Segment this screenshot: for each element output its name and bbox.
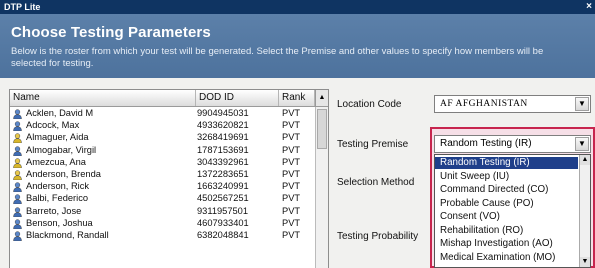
cell-name: Almaguer, Aida [26, 132, 89, 143]
roster-table[interactable]: Name DOD ID Rank ▲ Acklen, David M 990494… [9, 89, 329, 268]
cell-dod-id: 1372283651 [197, 168, 249, 179]
location-code-value: AF AFGHANISTAN [440, 99, 528, 109]
cell-dod-id: 4607933401 [197, 217, 249, 228]
cell-dod-id: 3268419691 [197, 132, 249, 143]
table-header: Name DOD ID Rank ▲ [10, 90, 328, 107]
cell-rank: PVT [282, 168, 301, 179]
cell-rank: PVT [282, 217, 301, 228]
premise-option[interactable]: Mishap Investigation (AO) [435, 238, 578, 250]
chevron-down-icon[interactable]: ▼ [575, 97, 589, 111]
cell-rank: PVT [282, 205, 301, 216]
cell-dod-id: 1663240991 [197, 181, 249, 192]
table-row[interactable]: Benson, Joshua 4607933401 PVT [10, 217, 316, 229]
page-description: Below is the roster from which your test… [11, 46, 544, 69]
person-yellow-icon [13, 158, 22, 168]
roster-scrollbar[interactable] [315, 107, 328, 268]
cell-name: Balbi, Federico [26, 193, 89, 204]
window-title: DTP Lite [4, 2, 41, 12]
person-blue-icon [13, 219, 22, 229]
cell-dod-id: 4933620821 [197, 120, 249, 131]
premise-option[interactable]: Random Testing (IR) [435, 157, 578, 169]
premise-dropdown-list[interactable]: Random Testing (IR) Unit Sweep (IU) Comman… [434, 154, 591, 268]
table-row[interactable]: Blackmond, Randall 6382048841 PVT [10, 229, 316, 242]
selection-method-label: Selection Method [337, 177, 415, 188]
cell-dod-id: 1787153691 [197, 144, 249, 155]
cell-rank: PVT [282, 229, 301, 240]
column-header-name[interactable]: Name [10, 90, 196, 106]
cell-name: Amezcua, Ana [26, 156, 86, 167]
person-blue-icon [13, 145, 22, 156]
table-row[interactable]: Adcock, Max 4933620821 PVT [10, 119, 316, 132]
table-row[interactable]: Acklen, David M 9904945031 PVT [10, 107, 316, 120]
table-row[interactable]: Barreto, Jose 9311957501 PVT [10, 205, 316, 217]
premise-option[interactable]: Unit Sweep (IU) [435, 171, 578, 183]
scroll-up-icon[interactable]: ▲ [580, 155, 590, 165]
premise-option[interactable]: Command Directed (CO) [435, 184, 578, 196]
cell-rank: PVT [282, 193, 301, 204]
page-header: Choose Testing Parameters Below is the r… [0, 14, 595, 78]
cell-rank: PVT [282, 120, 301, 131]
premise-option[interactable]: Medical Examination (MO) [435, 252, 578, 264]
location-code-label: Location Code [337, 99, 402, 110]
cell-rank: PVT [282, 144, 301, 155]
testing-premise-label: Testing Premise [337, 139, 409, 150]
person-blue-icon [13, 121, 22, 132]
table-row[interactable]: Balbi, Federico 4502567251 PVT [10, 192, 316, 205]
premise-option[interactable]: Consent (VO) [435, 211, 578, 223]
person-blue-icon [13, 231, 22, 242]
testing-premise-select[interactable]: Random Testing (IR) ▼ [434, 135, 591, 153]
cell-dod-id: 9904945031 [197, 108, 249, 118]
premise-option[interactable]: Probable Cause (PO) [435, 198, 578, 210]
person-yellow-icon [13, 133, 22, 144]
cell-name: Barreto, Jose [26, 205, 82, 216]
roster-rows: Acklen, David M 9904945031 PVT Adcock, Max 4… [10, 107, 316, 242]
cell-dod-id: 6382048841 [197, 229, 249, 240]
person-blue-icon [13, 206, 22, 217]
title-bar: DTP Lite × [0, 0, 595, 14]
table-row[interactable]: Anderson, Brenda 1372283651 PVT [10, 168, 316, 181]
premise-option[interactable]: Rehabilitation (RO) [435, 225, 578, 237]
cell-name: Adcock, Max [26, 120, 80, 131]
cell-rank: PVT [282, 132, 301, 143]
location-code-select[interactable]: AF AFGHANISTAN ▼ [434, 95, 591, 113]
close-icon[interactable]: × [586, 0, 592, 14]
cell-name: Acklen, David M [26, 108, 94, 118]
table-row[interactable]: Almaguer, Aida 3268419691 PVT [10, 131, 316, 144]
chevron-down-icon[interactable]: ▼ [575, 137, 589, 151]
table-row[interactable]: Amezcua, Ana 3043392961 PVT [10, 156, 316, 168]
person-blue-icon [13, 194, 22, 205]
person-blue-icon [13, 182, 22, 193]
cell-rank: PVT [282, 156, 301, 167]
cell-name: Blackmond, Randall [26, 229, 109, 240]
cell-name: Anderson, Brenda [26, 168, 101, 179]
table-row[interactable]: Almogabar, Virgil 1787153691 PVT [10, 144, 316, 156]
scrollbar-thumb[interactable] [317, 109, 327, 149]
cell-dod-id: 4502567251 [197, 193, 249, 204]
page-title: Choose Testing Parameters [11, 24, 211, 41]
person-yellow-icon [13, 170, 22, 181]
column-header-dod-id[interactable]: DOD ID [196, 90, 279, 106]
scroll-down-icon[interactable]: ▼ [580, 257, 590, 267]
column-header-rank[interactable]: Rank [279, 90, 315, 106]
testing-probability-label: Testing Probability [337, 231, 419, 242]
cell-dod-id: 3043392961 [197, 156, 249, 167]
testing-premise-value: Random Testing (IR) [440, 138, 532, 149]
table-row[interactable]: Anderson, Rick 1663240991 PVT [10, 180, 316, 193]
cell-name: Anderson, Rick [26, 181, 90, 192]
cell-rank: PVT [282, 181, 301, 192]
cell-rank: PVT [282, 108, 301, 118]
dropdown-scrollbar[interactable]: ▲ ▼ [579, 155, 590, 267]
cell-name: Benson, Joshua [26, 217, 93, 228]
person-blue-icon [13, 109, 22, 120]
app-window: DTP Lite × Choose Testing Parameters Bel… [0, 0, 595, 268]
cell-name: Almogabar, Virgil [26, 144, 97, 155]
scroll-up-button[interactable]: ▲ [315, 90, 328, 106]
cell-dod-id: 9311957501 [197, 205, 249, 216]
